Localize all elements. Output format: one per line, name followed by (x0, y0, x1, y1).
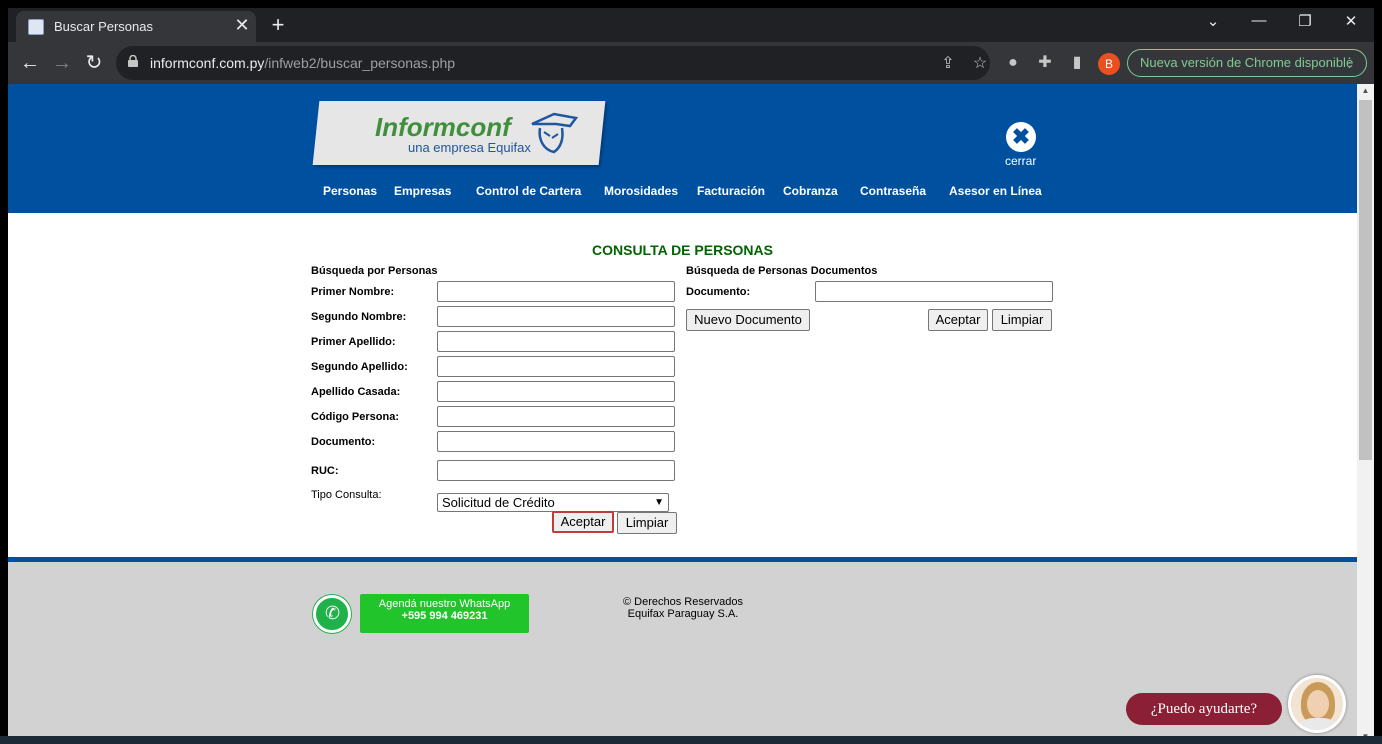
side-panel-icon[interactable]: ▮ (1066, 52, 1088, 74)
nav-control-cartera[interactable]: Control de Cartera (476, 184, 581, 198)
os-taskbar (0, 736, 1382, 744)
close-session-label[interactable]: cerrar (1005, 154, 1036, 168)
share-icon[interactable]: ⇪ (938, 53, 958, 73)
site-favicon-icon (28, 19, 44, 35)
tab-bar: Buscar Personas ✕ + ⌄ — ❐ ✕ (8, 8, 1374, 42)
segundo-nombre-input[interactable] (437, 306, 675, 327)
nav-asesor-en-linea[interactable]: Asesor en Línea (949, 184, 1042, 198)
primer-apellido-label: Primer Apellido: (311, 336, 396, 348)
doc-documento-input[interactable] (815, 281, 1053, 302)
back-button[interactable]: ← (16, 50, 44, 78)
doc-documento-label: Documento: (686, 286, 751, 298)
whatsapp-cta: Agendá nuestro WhatsApp (378, 598, 511, 610)
persons-accept-button[interactable]: Aceptar (552, 511, 614, 533)
window-close-button[interactable]: ✕ (1336, 12, 1366, 30)
reload-button[interactable]: ↻ (80, 50, 108, 78)
url-path: /infweb2/buscar_personas.php (264, 55, 456, 71)
nav-empresas[interactable]: Empresas (394, 184, 451, 198)
ruc-label: RUC: (311, 465, 339, 477)
address-bar[interactable]: informconf.com.py/infweb2/buscar_persona… (116, 46, 990, 80)
segundo-apellido-input[interactable] (437, 356, 675, 377)
nav-morosidades[interactable]: Morosidades (604, 184, 678, 198)
documents-search-heading: Búsqueda de Personas Documentos (686, 265, 878, 277)
documents-clear-button[interactable]: Limpiar (992, 309, 1052, 331)
chevron-down-icon: ▼ (654, 497, 664, 508)
extension-spy-icon[interactable]: ● (1002, 52, 1024, 74)
tab-buscar-personas[interactable]: Buscar Personas ✕ (16, 11, 256, 42)
lock-icon[interactable] (128, 55, 138, 67)
primer-nombre-label: Primer Nombre: (311, 286, 395, 298)
scroll-up-icon[interactable]: ▲ (1357, 84, 1374, 98)
tab-close-icon[interactable]: ✕ (232, 15, 252, 36)
page-title: CONSULTA DE PERSONAS (592, 242, 773, 258)
apellido-casada-label: Apellido Casada: (311, 386, 401, 398)
bookmark-star-icon[interactable]: ☆ (970, 53, 990, 73)
nav-cobranza[interactable]: Cobranza (783, 184, 838, 198)
more-menu-icon[interactable]: ⋮ (1343, 50, 1356, 76)
profile-avatar[interactable]: B (1098, 53, 1120, 75)
minimize-button[interactable]: — (1244, 12, 1274, 29)
tab-title: Buscar Personas (54, 19, 153, 34)
logo-name[interactable]: Informconf (375, 112, 511, 143)
apellido-casada-input[interactable] (437, 381, 675, 402)
copyright-line2: Equifax Paraguay S.A. (627, 608, 739, 620)
chat-help-button[interactable]: ¿Puedo ayudarte? (1126, 693, 1282, 725)
tipo-consulta-select[interactable]: Solicitud de Crédito ▼ (437, 493, 669, 512)
whatsapp-banner[interactable]: Agendá nuestro WhatsApp +595 994 469231 (360, 594, 529, 633)
site-header: Informconf una empresa Equifax ✖ cerrar … (8, 84, 1357, 213)
segundo-nombre-label: Segundo Nombre: (311, 311, 407, 323)
primer-apellido-input[interactable] (437, 331, 675, 352)
logo-figure-icon (531, 112, 578, 154)
documento-label: Documento: (311, 436, 376, 448)
documents-accept-button[interactable]: Aceptar (928, 309, 988, 331)
url-domain: informconf.com.py (150, 55, 265, 71)
browser-toolbar: ← → ↻ informconf.com.py/infweb2/buscar_p… (8, 42, 1374, 84)
chrome-update-button[interactable]: Nueva versión de Chrome disponible ⋮ (1127, 49, 1367, 77)
persons-search-heading: Búsqueda por Personas (311, 265, 438, 277)
chat-assistant-avatar[interactable] (1288, 675, 1346, 733)
documento-input[interactable] (437, 431, 675, 452)
ruc-input[interactable] (437, 460, 675, 481)
copyright-text: © Derechos Reservados Equifax Paraguay S… (608, 596, 758, 620)
tab-search-chevron-icon[interactable]: ⌄ (1198, 12, 1228, 30)
nav-facturacion[interactable]: Facturación (697, 184, 765, 198)
persons-clear-button[interactable]: Limpiar (617, 512, 677, 534)
close-session-icon[interactable]: ✖ (1006, 122, 1036, 152)
logo-tagline: una empresa Equifax (408, 140, 531, 155)
url-text[interactable]: informconf.com.py/infweb2/buscar_persona… (150, 55, 455, 71)
whatsapp-icon[interactable]: ✆ (313, 595, 351, 633)
nav-personas[interactable]: Personas (323, 184, 377, 198)
page-viewport: Informconf una empresa Equifax ✖ cerrar … (8, 84, 1357, 744)
codigo-persona-label: Código Persona: (311, 411, 400, 423)
copyright-line1: © Derechos Reservados (623, 596, 743, 608)
tipo-consulta-value: Solicitud de Crédito (442, 495, 555, 510)
update-label: Nueva versión de Chrome disponible (1140, 55, 1354, 70)
whatsapp-number: +595 994 469231 (401, 610, 488, 622)
extensions-puzzle-icon[interactable]: ✚ (1034, 52, 1056, 74)
forward-button[interactable]: → (48, 50, 76, 78)
primer-nombre-input[interactable] (437, 281, 675, 302)
page-scrollbar[interactable]: ▲ ▼ (1357, 84, 1374, 744)
new-document-button[interactable]: Nuevo Documento (686, 309, 810, 331)
scroll-thumb[interactable] (1359, 100, 1372, 460)
segundo-apellido-label: Segundo Apellido: (311, 361, 408, 373)
restore-button[interactable]: ❐ (1290, 12, 1320, 30)
nav-contrasena[interactable]: Contraseña (860, 184, 926, 198)
tipo-consulta-label: Tipo Consulta: (311, 489, 382, 501)
new-tab-button[interactable]: + (266, 12, 290, 38)
codigo-persona-input[interactable] (437, 406, 675, 427)
